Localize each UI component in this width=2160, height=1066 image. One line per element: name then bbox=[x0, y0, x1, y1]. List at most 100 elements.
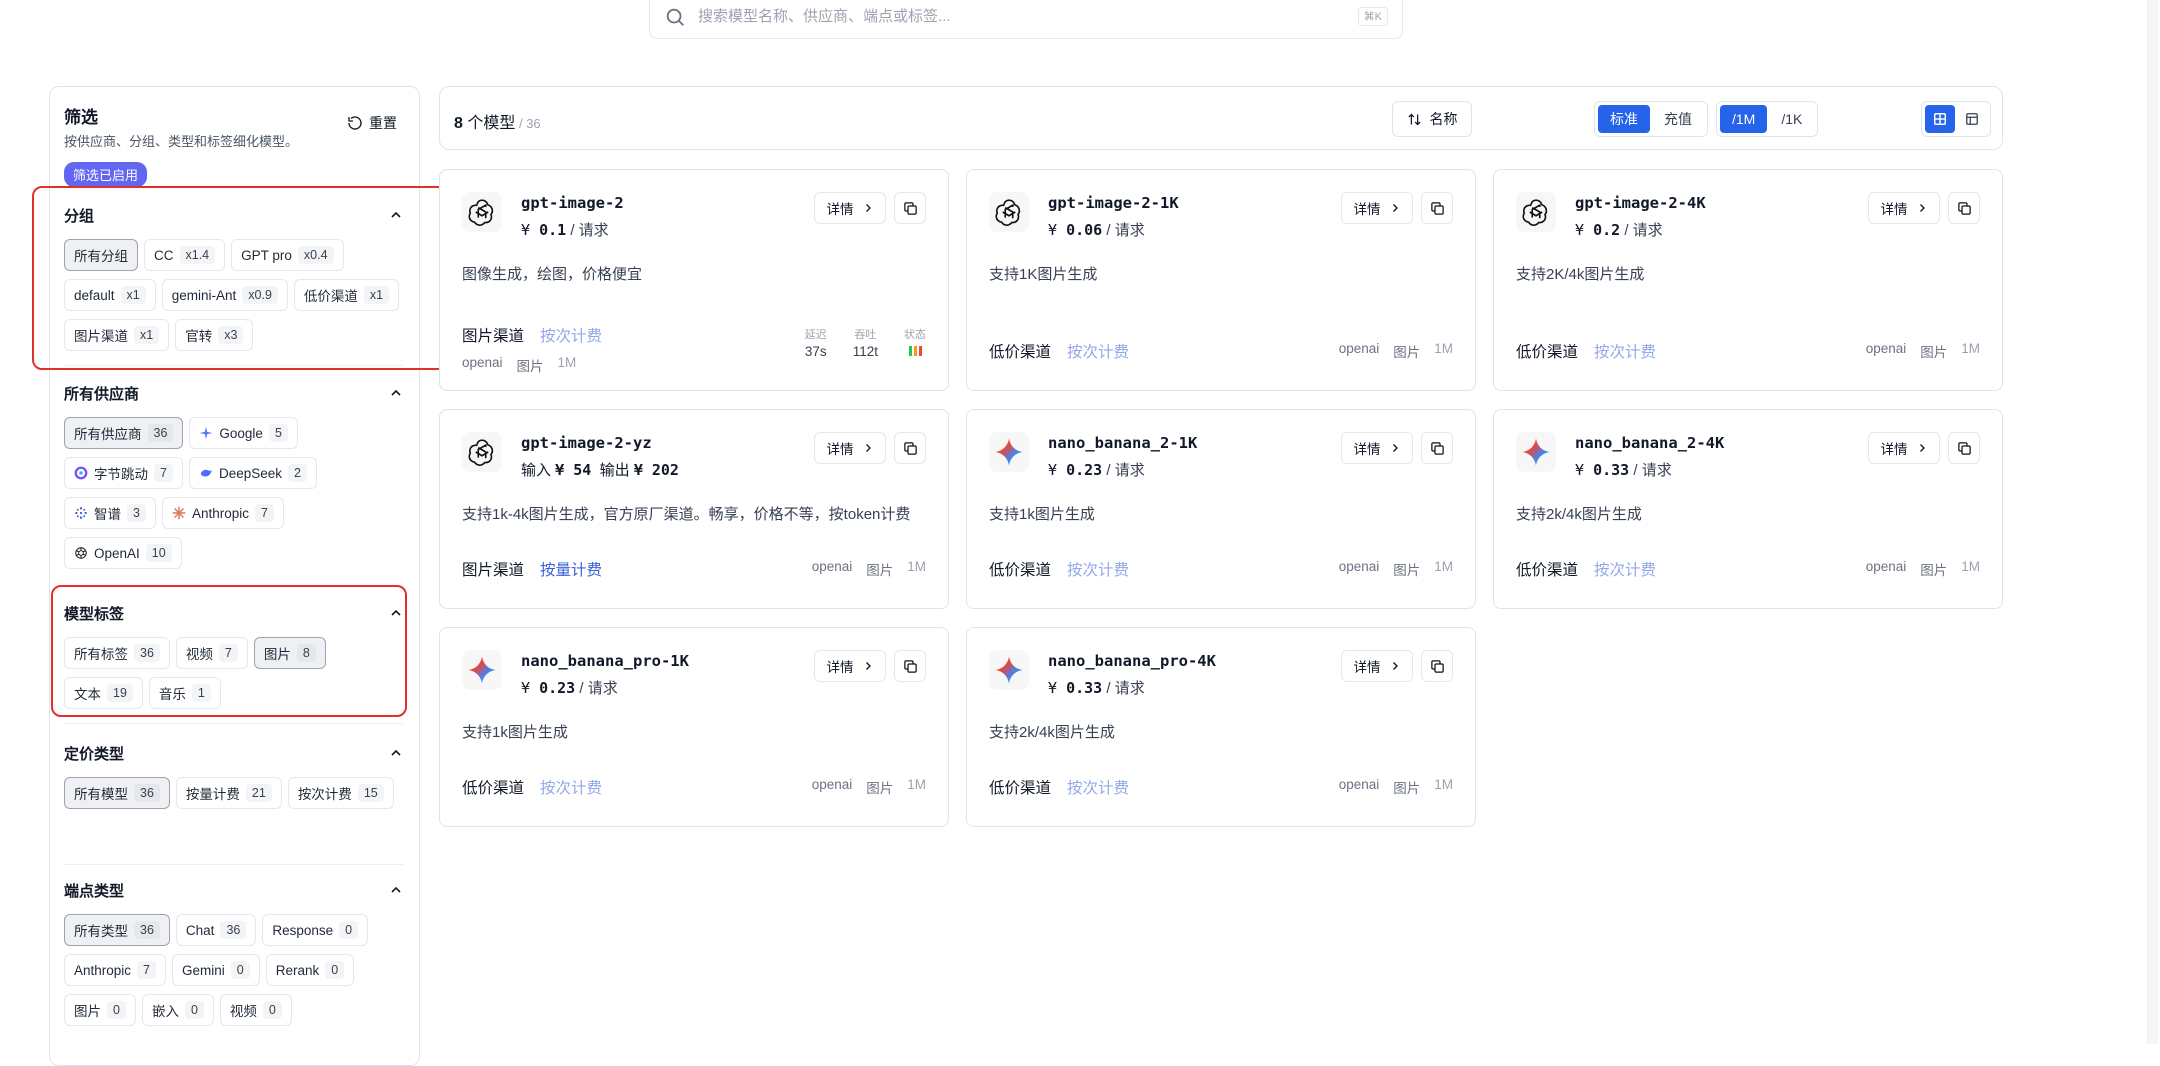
model-card[interactable]: gpt-image-2-1K ¥ 0.06 / 请求 详情 支持1K图片生成 低… bbox=[966, 169, 1476, 391]
copy-button[interactable] bbox=[894, 192, 926, 224]
copy-button[interactable] bbox=[1948, 192, 1980, 224]
grid-view-button[interactable] bbox=[1925, 105, 1955, 133]
filter-chip[interactable]: Rerank 0 bbox=[265, 954, 355, 986]
filter-chip-count: 2 bbox=[288, 464, 307, 482]
table-view-button[interactable] bbox=[1957, 105, 1987, 133]
price-mode-recharge[interactable]: 充值 bbox=[1652, 105, 1704, 133]
reset-icon bbox=[348, 116, 362, 130]
filter-chip-label: OpenAI bbox=[94, 545, 140, 561]
model-card[interactable]: gpt-image-2-4K ¥ 0.2 / 请求 详情 支持2K/4k图片生成… bbox=[1493, 169, 2003, 391]
filter-chip[interactable]: Anthropic 7 bbox=[64, 954, 166, 986]
model-card[interactable]: nano_banana_pro-1K ¥ 0.23 / 请求 详情 支持1k图片… bbox=[439, 627, 949, 827]
price-mode-standard[interactable]: 标准 bbox=[1598, 105, 1650, 133]
filter-chip[interactable]: 视频 7 bbox=[175, 637, 248, 669]
filter-chip[interactable]: GPT pro x0.4 bbox=[231, 239, 344, 271]
copy-icon bbox=[1957, 201, 1971, 215]
chevron-up-icon[interactable] bbox=[388, 385, 404, 401]
unit-1m[interactable]: /1M bbox=[1720, 105, 1768, 133]
detail-button[interactable]: 详情 bbox=[1868, 192, 1940, 224]
chevron-right-icon bbox=[1919, 204, 1925, 212]
filter-chip[interactable]: 低价渠道 x1 bbox=[293, 279, 400, 311]
detail-button[interactable]: 详情 bbox=[1341, 192, 1413, 224]
filter-chip-count: 7 bbox=[255, 504, 274, 522]
filter-chip[interactable]: default x1 bbox=[64, 279, 156, 311]
filter-chip[interactable]: 字节跳动 7 bbox=[64, 457, 183, 489]
filter-chip[interactable]: Google 5 bbox=[189, 417, 298, 449]
copy-button[interactable] bbox=[894, 432, 926, 464]
model-card[interactable]: gpt-image-2-yz 输入 ¥ 54 输出 ¥ 202 详情 支持1k-… bbox=[439, 409, 949, 609]
group-section: 分组 所有分组 CC x1.4 GPT pro x0.4 default x1 gemini-… bbox=[64, 201, 404, 351]
copy-button[interactable] bbox=[1948, 432, 1980, 464]
filter-chip[interactable]: 官转 x3 bbox=[175, 319, 254, 351]
unit-1k[interactable]: /1K bbox=[1769, 105, 1814, 133]
filter-chip-label: Anthropic bbox=[74, 962, 132, 978]
filter-chip-count: 7 bbox=[137, 961, 156, 979]
filter-chip[interactable]: 所有标签 36 bbox=[64, 637, 170, 669]
filter-chip[interactable]: CC x1.4 bbox=[144, 239, 226, 271]
detail-button[interactable]: 详情 bbox=[814, 192, 886, 224]
deepseek-icon bbox=[199, 466, 213, 480]
filter-chip[interactable]: 所有模型 36 bbox=[64, 777, 170, 809]
billing-type: 按次计费 bbox=[1067, 344, 1130, 361]
billing-type: 按次计费 bbox=[1594, 562, 1657, 579]
filter-chip[interactable]: 按次计费 15 bbox=[287, 777, 394, 809]
filter-chip-count: x3 bbox=[218, 326, 244, 344]
filter-chip-count: 10 bbox=[145, 544, 172, 562]
sort-button[interactable]: 名称 bbox=[1392, 101, 1472, 137]
filter-chip[interactable]: gemini-Ant x0.9 bbox=[161, 279, 288, 311]
filter-chip[interactable]: 图片 0 bbox=[64, 994, 136, 1026]
filter-chip-label: 所有分组 bbox=[74, 249, 128, 264]
scrollbar[interactable] bbox=[2147, 0, 2158, 1044]
filter-chip-count: 8 bbox=[296, 644, 316, 662]
filter-chip[interactable]: 视频 0 bbox=[219, 994, 292, 1026]
filter-chip[interactable]: 所有类型 36 bbox=[64, 914, 170, 946]
filter-chip[interactable]: Anthropic 7 bbox=[161, 497, 284, 529]
model-footer: 图片渠道 按量计费 openai 图片 1M bbox=[462, 558, 926, 580]
filter-chip-count: x1 bbox=[120, 286, 146, 304]
filter-chip[interactable]: DeepSeek 2 bbox=[188, 457, 317, 489]
chevron-up-icon[interactable] bbox=[388, 882, 404, 898]
detail-button[interactable]: 详情 bbox=[814, 650, 886, 682]
filter-chip[interactable]: Chat 36 bbox=[175, 914, 257, 946]
model-card[interactable]: nano_banana_pro-4K ¥ 0.33 / 请求 详情 支持2k/4… bbox=[966, 627, 1476, 827]
filter-chip[interactable]: 图片 8 bbox=[253, 637, 326, 669]
detail-button[interactable]: 详情 bbox=[1868, 432, 1940, 464]
filter-active-badge: 筛选已启用 bbox=[64, 162, 148, 187]
detail-button[interactable]: 详情 bbox=[1341, 432, 1413, 464]
filter-chip-label: 智谱 bbox=[94, 507, 121, 522]
tag-section-title: 模型标签 bbox=[64, 605, 125, 623]
filter-chip[interactable]: 嵌入 0 bbox=[141, 994, 214, 1026]
model-card[interactable]: nano_banana_2-1K ¥ 0.23 / 请求 详情 支持1k图片生成… bbox=[966, 409, 1476, 609]
copy-button[interactable] bbox=[894, 650, 926, 682]
filter-chip[interactable]: 所有分组 bbox=[64, 239, 138, 271]
model-name: nano_banana_pro-4K bbox=[1048, 652, 1216, 670]
filter-chip[interactable]: 智谱 3 bbox=[64, 497, 156, 529]
filter-chip[interactable]: 图片渠道 x1 bbox=[64, 319, 170, 351]
group-chips: 所有分组 CC x1.4 GPT pro x0.4 default x1 gemini-Ant… bbox=[64, 239, 404, 351]
model-card[interactable]: gpt-image-2 ¥ 0.1 / 请求 详情 图像生成，绘图，价格便宜 图… bbox=[439, 169, 949, 391]
copy-button[interactable] bbox=[1421, 650, 1453, 682]
model-meta: openai 图片 1M bbox=[811, 559, 926, 578]
search-input[interactable] bbox=[696, 7, 1358, 26]
copy-button[interactable] bbox=[1421, 432, 1453, 464]
chevron-up-icon[interactable] bbox=[388, 207, 404, 223]
search-bar[interactable]: ⌘K bbox=[649, 0, 1403, 39]
chevron-up-icon[interactable] bbox=[388, 745, 404, 761]
detail-button[interactable]: 详情 bbox=[1341, 650, 1413, 682]
model-description: 支持2K/4k图片生成 bbox=[1516, 266, 1645, 283]
filter-chip[interactable]: Gemini 0 bbox=[172, 954, 260, 986]
filter-chip[interactable]: Response 0 bbox=[262, 914, 369, 946]
filter-chip[interactable]: 所有供应商 36 bbox=[64, 417, 184, 449]
chevron-up-icon[interactable] bbox=[388, 605, 404, 621]
filter-chip[interactable]: 按量计费 21 bbox=[175, 777, 282, 809]
filter-chip-label: 低价渠道 bbox=[303, 289, 358, 304]
copy-button[interactable] bbox=[1421, 192, 1453, 224]
divider bbox=[64, 864, 404, 865]
filter-chip[interactable]: OpenAI 10 bbox=[64, 537, 182, 569]
copy-icon bbox=[903, 441, 917, 455]
reset-button[interactable]: 重置 bbox=[347, 113, 397, 133]
filter-chip[interactable]: 文本 19 bbox=[64, 677, 143, 709]
model-card[interactable]: nano_banana_2-4K ¥ 0.33 / 请求 详情 支持2k/4k图… bbox=[1493, 409, 2003, 609]
filter-chip[interactable]: 音乐 1 bbox=[148, 677, 221, 709]
detail-button[interactable]: 详情 bbox=[814, 432, 886, 464]
